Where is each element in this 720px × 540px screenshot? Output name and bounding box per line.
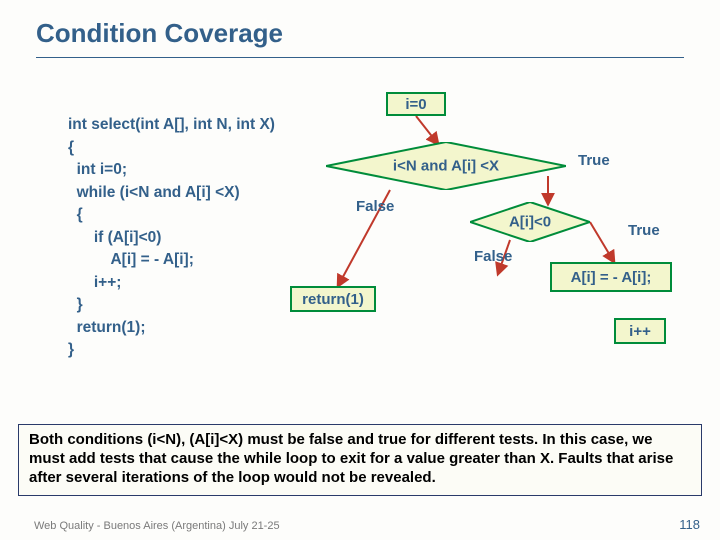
title-rule (36, 57, 684, 58)
code-line: int i=0; (68, 161, 127, 178)
flow-cond-false-label: False (356, 198, 394, 215)
flow-cond-true-label: True (578, 152, 610, 169)
code-line: i++; (68, 274, 121, 291)
flow-if-diamond: A[i]<0 (470, 202, 590, 242)
flow-cond-label: i<N and A[i] <X (326, 158, 566, 175)
footer-text: Web Quality - Buenos Aires (Argentina) J… (34, 520, 280, 532)
code-line: A[i] = - A[i]; (68, 251, 194, 268)
code-block: int select(int A[], int N, int X) { int … (68, 92, 275, 384)
flow-cond-diamond: i<N and A[i] <X (326, 142, 566, 190)
code-line: int select(int A[], int N, int X) (68, 116, 275, 133)
code-line: while (i<N and A[i] <X) (68, 184, 240, 201)
flow-assign-box: A[i] = - A[i]; (550, 262, 672, 292)
flow-init-box: i=0 (386, 92, 446, 116)
page-number: 118 (679, 517, 700, 532)
flow-incr-box: i++ (614, 318, 666, 344)
content-area: int select(int A[], int N, int X) { int … (38, 82, 682, 422)
code-line: if (A[i]<0) (68, 229, 161, 246)
code-line: } (68, 296, 83, 313)
flow-if-label: A[i]<0 (470, 214, 590, 231)
code-line: return(1); (68, 319, 146, 336)
flow-return-box: return(1) (290, 286, 376, 312)
flow-if-false-label: False (474, 248, 512, 265)
flow-if-true-label: True (628, 222, 660, 239)
code-line: { (68, 206, 83, 223)
code-line: } (68, 341, 74, 358)
slide-title: Condition Coverage (0, 0, 720, 55)
code-line: { (68, 139, 74, 156)
explanation-box: Both conditions (i<N), (A[i]<X) must be … (18, 424, 702, 496)
